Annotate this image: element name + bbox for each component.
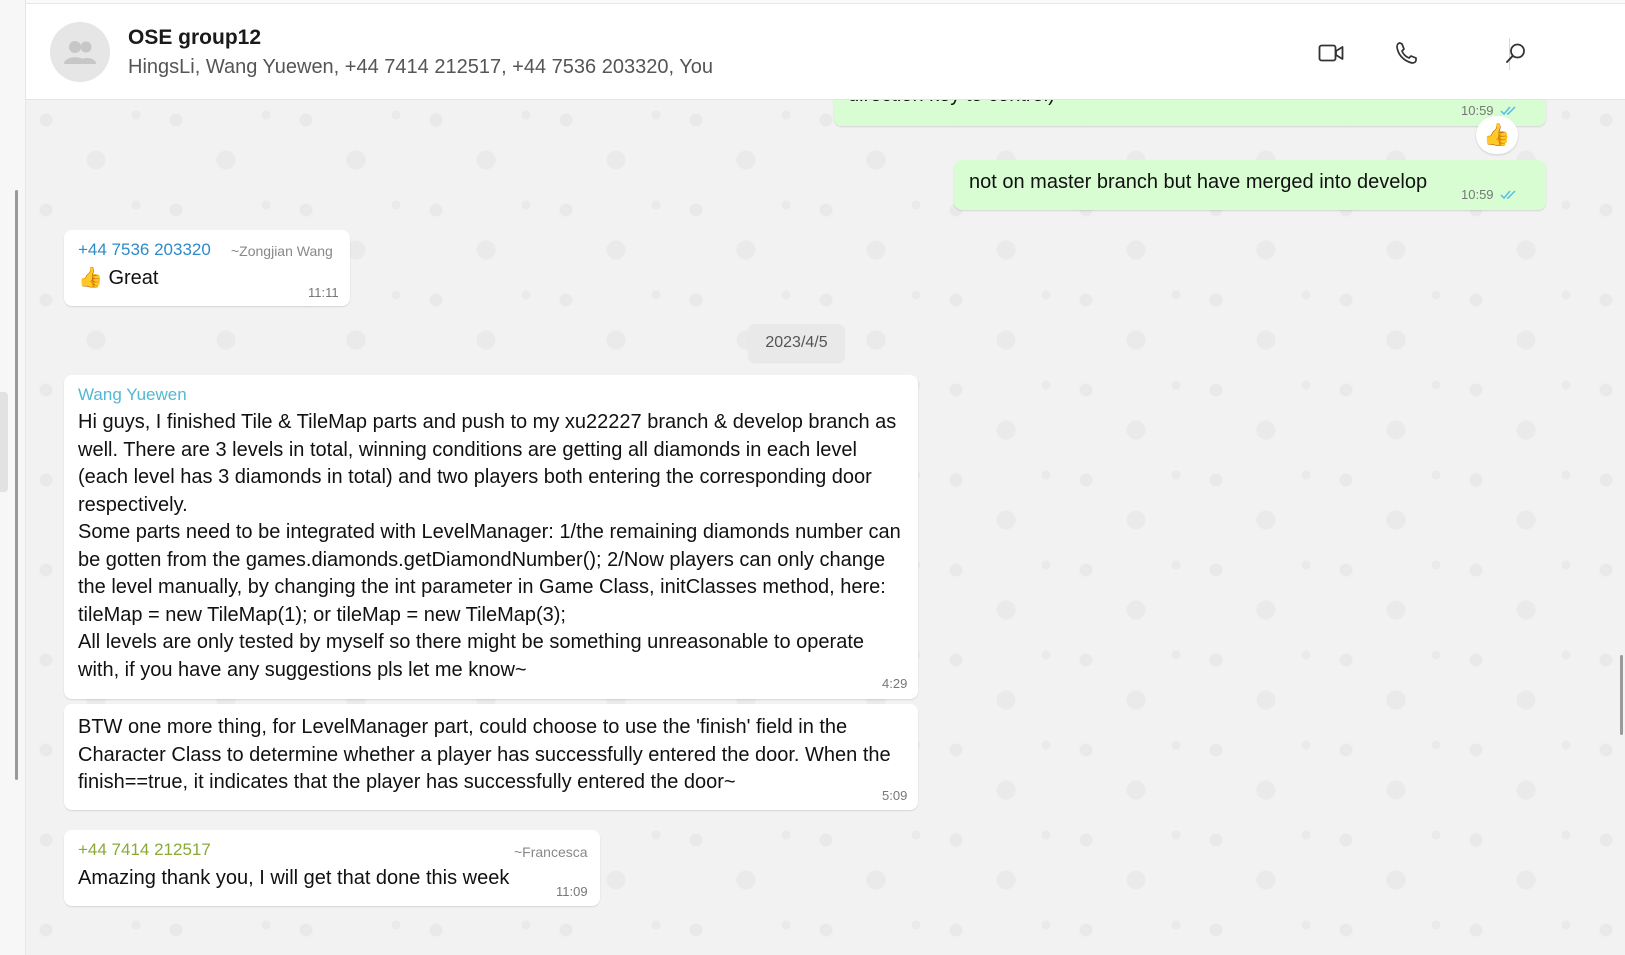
rail-handle[interactable] [0, 392, 8, 492]
read-receipt-icon [1500, 106, 1516, 116]
message-time: 10:59 [1461, 187, 1494, 202]
reaction-badge[interactable]: 👍 [1476, 116, 1518, 154]
chat-area[interactable]: direction key to control) 10:59 👍 not on… [26, 100, 1625, 955]
group-members[interactable]: HingsLi, Wang Yuewen, +44 7414 212517, +… [128, 56, 713, 79]
search-icon [1506, 43, 1525, 63]
voice-call-button[interactable] [1389, 36, 1423, 70]
group-title[interactable]: OSE group12 [128, 26, 261, 50]
message-text: 👍 Great [78, 267, 159, 289]
left-rail [0, 0, 26, 955]
message-time: 11:09 [556, 884, 588, 899]
message-text: Hi guys, I finished Tile & TileMap parts… [78, 411, 901, 681]
message-time: 4:29 [882, 676, 908, 691]
sender-alias: ~Francesca [514, 844, 588, 860]
message-time: 5:09 [882, 788, 908, 803]
message-outgoing[interactable]: direction key to control) 10:59 [834, 100, 1546, 126]
phone-icon [1396, 42, 1417, 64]
sender-name[interactable]: +44 7414 212517 [78, 840, 211, 860]
message-incoming[interactable]: Wang Yuewen Hi guys, I finished Tile & T… [64, 375, 918, 699]
video-call-button[interactable] [1314, 36, 1348, 70]
message-time: 10:59 [1461, 103, 1494, 118]
message-incoming[interactable]: BTW one more thing, for LevelManager par… [64, 704, 918, 810]
chat-scrollbar[interactable] [1620, 655, 1623, 735]
date-divider: 2023/4/5 [748, 324, 845, 362]
message-outgoing[interactable]: not on master branch but have merged int… [954, 160, 1546, 210]
group-avatar[interactable] [50, 22, 110, 82]
sender-name[interactable]: +44 7536 203320 [78, 240, 211, 260]
read-receipt-icon [1500, 190, 1516, 200]
sender-name[interactable]: Wang Yuewen [78, 385, 187, 405]
message-text: Amazing thank you, I will get that done … [78, 867, 510, 889]
group-icon [64, 41, 96, 64]
message-text: not on master branch but have merged int… [969, 171, 1428, 193]
message-text: BTW one more thing, for LevelManager par… [78, 716, 897, 793]
message-time: 11:11 [308, 285, 339, 300]
video-call-icon [1318, 44, 1344, 62]
left-scrollbar[interactable] [15, 190, 18, 780]
search-button[interactable] [1499, 36, 1533, 70]
sender-alias: ~Zongjian Wang [231, 243, 333, 259]
chat-header: OSE group12 HingsLi, Wang Yuewen, +44 74… [26, 3, 1625, 100]
message-incoming[interactable]: +44 7414 212517 ~Francesca Amazing thank… [64, 830, 600, 906]
message-incoming[interactable]: +44 7536 203320 ~Zongjian Wang 👍 Great 1… [64, 230, 350, 306]
message-text: direction key to control) [848, 100, 1055, 110]
